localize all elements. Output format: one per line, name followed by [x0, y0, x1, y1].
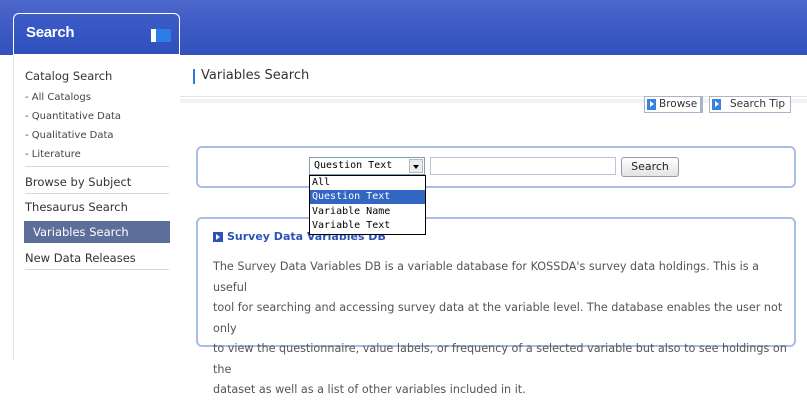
- search-input[interactable]: [430, 157, 616, 175]
- sidebar-item-catalog-search[interactable]: Catalog Search: [25, 69, 112, 83]
- sidebar-header: Search: [13, 13, 180, 55]
- title-accent-bar: [193, 69, 195, 84]
- selected-option: Question Text: [314, 160, 393, 171]
- sidebar-subitem-all-catalogs[interactable]: - All Catalogs: [25, 92, 91, 103]
- info-line: The Survey Data Variables DB is a variab…: [213, 260, 759, 294]
- bullet-arrow-icon: [213, 232, 223, 242]
- sidebar-divider: [25, 269, 169, 270]
- info-line: dataset as well as a list of other varia…: [213, 383, 526, 396]
- sidebar-subitem-quantitative-data[interactable]: - Quantitative Data: [25, 111, 121, 122]
- sidebar-item-thesaurus-search[interactable]: Thesaurus Search: [25, 200, 128, 214]
- search-button[interactable]: Search: [621, 157, 679, 177]
- search-field-select[interactable]: Question Text: [309, 157, 425, 175]
- sidebar-subitem-literature[interactable]: - Literature: [25, 149, 81, 160]
- sidebar-item-label: Variables Search: [33, 225, 129, 239]
- sidebar-title: Search: [26, 24, 75, 41]
- sidebar-divider: [25, 166, 169, 167]
- sidebar-subitem-qualitative-data[interactable]: - Qualitative Data: [25, 130, 114, 141]
- info-line: tool for searching and accessing survey …: [213, 301, 783, 335]
- search-tip-button[interactable]: Search Tip: [709, 96, 791, 113]
- page-title: Variables Search: [201, 68, 310, 83]
- chevron-down-icon[interactable]: [409, 159, 423, 173]
- sidebar-item-new-data-releases[interactable]: New Data Releases: [25, 251, 136, 265]
- browse-btn[interactable]: Browse: [644, 96, 701, 113]
- sidebar-divider: [25, 193, 169, 194]
- dropdown-option-variable-text[interactable]: Variable Text: [310, 219, 425, 233]
- panel-icon: [151, 29, 171, 42]
- arrow-right-icon: [712, 99, 721, 110]
- dropdown-option-variable-name[interactable]: Variable Name: [310, 205, 425, 219]
- sidebar-item-browse-by-subject[interactable]: Browse by Subject: [25, 175, 131, 189]
- sidebar-item-variables-search[interactable]: Variables Search: [24, 221, 170, 243]
- browse-label: Browse: [659, 98, 698, 110]
- dropdown-option-all[interactable]: All: [310, 176, 425, 190]
- search-tip-label: Search Tip: [730, 98, 786, 110]
- info-description: The Survey Data Variables DB is a variab…: [213, 257, 788, 401]
- arrow-right-icon: [647, 99, 656, 110]
- search-field-dropdown[interactable]: All Question Text Variable Name Variable…: [309, 175, 426, 235]
- dropdown-option-question-text[interactable]: Question Text: [310, 190, 425, 204]
